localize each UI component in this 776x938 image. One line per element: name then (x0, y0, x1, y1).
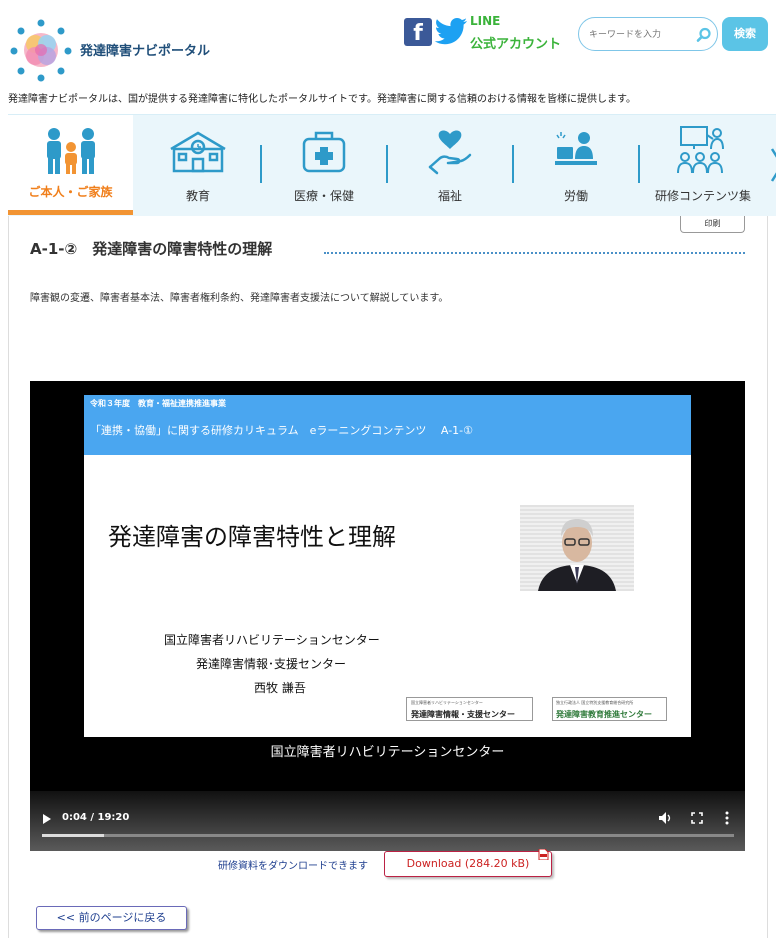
pdf-icon (538, 849, 549, 860)
page-title: A-1-② 発達障害の障害特性の理解 (30, 240, 273, 258)
nav-item-welfare[interactable]: 福祉 (388, 115, 512, 215)
site-name[interactable]: 発達障害ナビポータル (80, 40, 210, 59)
nav-item-medical[interactable]: 医療・保健 (262, 115, 386, 215)
search-input[interactable] (589, 26, 689, 44)
school-icon (170, 131, 226, 173)
site-logo-icon[interactable] (9, 18, 73, 82)
nav-item-family[interactable]: ご本人・ご家族 (8, 115, 133, 215)
heart-hand-icon (428, 130, 472, 175)
main-nav: ご本人・ご家族 教育 医療・保健 福祉 労働 研修コンテンツ集 (8, 114, 776, 216)
slide-curriculum: 「連携・協働」に関する研修カリキュラム eラーニングコンテンツ A-1-① (90, 424, 474, 437)
slide-organization: 国立障害者リハビリテーションセンター (164, 633, 380, 647)
family-icon (46, 128, 95, 174)
print-button[interactable]: 印刷 (680, 216, 745, 233)
video-time: 0:04 / 19:20 (62, 812, 130, 823)
video-player[interactable]: 令和３年度 教育・福祉連携推進事業 「連携・協働」に関する研修カリキュラム eラ… (30, 381, 745, 851)
line-label[interactable]: LINE (470, 14, 500, 28)
video-caption: 国立障害者リハビリテーションセンター (270, 745, 505, 760)
title-divider (324, 252, 745, 254)
volume-icon[interactable] (658, 811, 672, 825)
download-note: 研修資料をダウンロードできます (218, 861, 368, 872)
nav-label-welfare: 福祉 (437, 189, 462, 203)
video-controls: 0:04 / 19:20 (30, 791, 745, 851)
slide-logo-education-center: 独立行政法人 国立特別支援教育総合研究所 発達障害教育推進センター (552, 697, 667, 721)
nav-label-medical: 医療・保健 (293, 189, 354, 203)
slide-logo-info-center: 国立障害者リハビリテーションセンター 発達障害情報・支援センター (406, 697, 533, 721)
worker-icon (555, 132, 597, 165)
presenter-photo (520, 505, 634, 591)
search-icon[interactable] (695, 26, 713, 44)
nav-next-arrow-icon[interactable] (770, 145, 776, 185)
fullscreen-icon[interactable] (691, 812, 703, 824)
nav-label-labor: 労働 (563, 189, 588, 203)
nav-item-labor[interactable]: 労働 (514, 115, 638, 215)
nav-item-training[interactable]: 研修コンテンツ集 (640, 115, 766, 215)
facebook-icon[interactable]: f (404, 18, 432, 46)
medical-kit-icon (302, 131, 346, 173)
video-slide: 令和３年度 教育・福祉連携推進事業 「連携・協働」に関する研修カリキュラム eラ… (84, 395, 691, 737)
twitter-icon[interactable] (434, 17, 468, 47)
slide-program-year: 令和３年度 教育・福祉連携推進事業 (90, 399, 226, 408)
play-icon[interactable] (42, 813, 52, 825)
training-icon (677, 126, 724, 174)
slide-presenter-name: 西牧 謙吾 (254, 681, 306, 695)
nav-label-family: ご本人・ご家族 (28, 185, 113, 199)
site-header: 発達障害ナビポータル f LINE 公式アカウント 検索 (0, 0, 776, 88)
slide-center: 発達障害情報･支援センター (196, 657, 347, 671)
back-button[interactable]: << 前のページに戻る (36, 906, 187, 930)
line-official-account-link[interactable]: 公式アカウント (470, 33, 561, 52)
video-progress-fill (42, 834, 105, 837)
site-tagline: 発達障害ナビポータルは、国が提供する発達障害に特化したポータルサイトです。発達障… (8, 94, 636, 105)
nav-item-education[interactable]: 教育 (136, 115, 260, 215)
page-description: 障害観の変遷、障害者基本法、障害者権利条約、発達障害者支援法について解説していま… (30, 293, 449, 304)
more-options-icon[interactable] (724, 810, 730, 826)
search-button[interactable]: 検索 (722, 17, 768, 51)
search-box (578, 17, 718, 51)
slide-header-band: 令和３年度 教育・福祉連携推進事業 「連携・協働」に関する研修カリキュラム eラ… (84, 395, 691, 455)
nav-label-training: 研修コンテンツ集 (654, 189, 751, 203)
slide-title: 発達障害の障害特性と理解 (108, 523, 396, 551)
nav-label-education: 教育 (185, 189, 210, 203)
download-button[interactable]: Download (284.20 kB) (384, 851, 552, 877)
video-progress-bar[interactable] (42, 834, 734, 837)
